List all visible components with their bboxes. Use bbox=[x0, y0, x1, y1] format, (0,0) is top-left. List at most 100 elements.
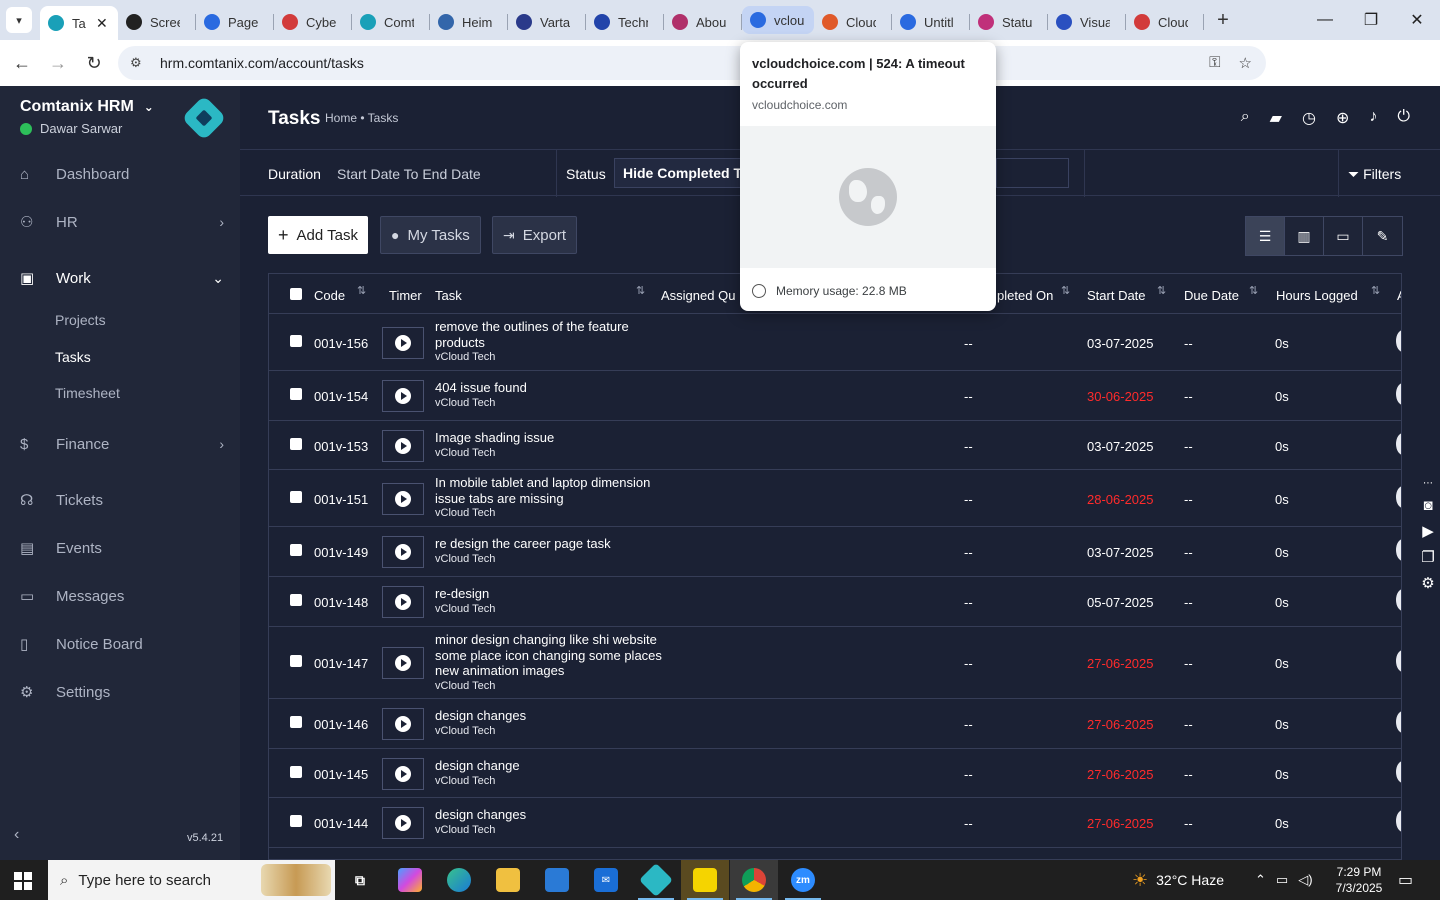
table-row[interactable]: 001v-146 design changes vCloud Tech -- 27-06… bbox=[269, 699, 1401, 749]
task-title[interactable]: re-design vCloud Tech bbox=[435, 586, 665, 617]
row-checkbox[interactable] bbox=[290, 766, 302, 778]
sidebar-item-finance[interactable]: $ Finance › bbox=[0, 424, 240, 464]
task-code[interactable]: 001v-145 bbox=[314, 767, 368, 782]
url-text[interactable]: hrm.comtanix.com/account/tasks bbox=[160, 55, 364, 71]
row-checkbox[interactable] bbox=[290, 544, 302, 556]
task-code[interactable]: 001v-153 bbox=[314, 439, 368, 454]
my-tasks-button[interactable]: ● My Tasks bbox=[380, 216, 481, 254]
col-code[interactable]: Code bbox=[314, 288, 345, 303]
password-key-icon[interactable]: ⚿ bbox=[1209, 54, 1220, 72]
sort-icon[interactable]: ⇅ bbox=[1157, 284, 1166, 297]
browser-tab[interactable]: Techn bbox=[586, 6, 664, 38]
task-code[interactable]: 001v-144 bbox=[314, 816, 368, 831]
task-title[interactable]: minor design changing like shi website s… bbox=[435, 632, 665, 694]
col-completed-on[interactable]: pleted On bbox=[997, 288, 1053, 303]
col-start-date[interactable]: Start Date bbox=[1087, 288, 1146, 303]
task-title[interactable]: remove the outlines of the feature produ… bbox=[435, 319, 665, 366]
browser-tab[interactable]: Ta ✕ bbox=[40, 6, 118, 40]
row-actions-button[interactable] bbox=[1396, 330, 1401, 352]
close-tab-icon[interactable]: ✕ bbox=[96, 15, 108, 32]
plus-circle-icon[interactable]: ⊕ bbox=[1336, 108, 1349, 128]
breadcrumb[interactable]: Home • Tasks bbox=[325, 111, 398, 125]
row-checkbox[interactable] bbox=[290, 815, 302, 827]
link-icon[interactable]: ⋯ bbox=[1423, 478, 1433, 489]
sort-icon[interactable]: ⇅ bbox=[1371, 284, 1380, 297]
browser-tab[interactable]: About bbox=[664, 6, 742, 38]
row-actions-button[interactable] bbox=[1396, 761, 1401, 783]
row-actions-button[interactable] bbox=[1396, 810, 1401, 832]
sticky-notes-app[interactable] bbox=[681, 860, 729, 900]
row-actions-button[interactable] bbox=[1396, 383, 1401, 405]
row-actions-button[interactable] bbox=[1396, 650, 1401, 672]
zoom-app[interactable]: zm bbox=[779, 860, 827, 900]
sidebar-item-notice-board[interactable]: ▯ Notice Board bbox=[0, 624, 240, 664]
task-title[interactable]: design changes vCloud Tech bbox=[435, 807, 665, 838]
task-title[interactable]: re design the career page task vCloud Tec… bbox=[435, 536, 665, 567]
table-row[interactable]: 001v-154 404 issue found vCloud Tech -- 30-0… bbox=[269, 371, 1401, 421]
reload-button[interactable]: ↻ bbox=[76, 53, 112, 74]
sort-icon[interactable]: ⇅ bbox=[636, 284, 645, 297]
bookmark-star-icon[interactable]: ☆ bbox=[1239, 54, 1252, 72]
add-task-button[interactable]: + Add Task bbox=[268, 216, 368, 254]
start-timer-button[interactable] bbox=[382, 380, 424, 412]
row-checkbox[interactable] bbox=[290, 491, 302, 503]
row-actions-button[interactable] bbox=[1396, 433, 1401, 455]
table-row[interactable]: 001v-148 re-design vCloud Tech -- 05-07-2025… bbox=[269, 577, 1401, 627]
select-all-checkbox[interactable] bbox=[290, 288, 302, 300]
task-title[interactable]: design changes vCloud Tech bbox=[435, 708, 665, 739]
file-explorer-app[interactable] bbox=[484, 860, 532, 900]
row-checkbox[interactable] bbox=[290, 716, 302, 728]
row-actions-button[interactable] bbox=[1396, 486, 1401, 508]
taskbar-search[interactable]: ⌕ Type here to search bbox=[48, 860, 335, 900]
task-code[interactable]: 001v-148 bbox=[314, 595, 368, 610]
sidebar-item-events[interactable]: ▤ Events bbox=[0, 528, 240, 568]
browser-tab[interactable]: Comt bbox=[352, 6, 430, 38]
sidebar-subitem-timesheet[interactable]: Timesheet bbox=[55, 385, 120, 401]
task-code[interactable]: 001v-156 bbox=[314, 336, 368, 351]
brand-switcher[interactable]: Comtanix HRM ⌄ bbox=[20, 98, 154, 116]
mail-app[interactable]: ✉ bbox=[582, 860, 630, 900]
row-actions-button[interactable] bbox=[1396, 589, 1401, 611]
video-icon[interactable]: ▶ bbox=[1422, 522, 1434, 540]
site-info-icon[interactable]: ⚙ bbox=[130, 55, 154, 71]
network-icon[interactable]: ▭ bbox=[1276, 872, 1288, 888]
chrome-app[interactable] bbox=[730, 860, 778, 900]
export-button[interactable]: ⇥ Export bbox=[492, 216, 578, 254]
browser-tab[interactable]: Status bbox=[970, 6, 1048, 38]
address-bar[interactable]: ⚙ hrm.comtanix.com/account/tasks ⚿ ☆ bbox=[118, 46, 1266, 80]
back-button[interactable]: ← bbox=[4, 53, 40, 74]
filters-button[interactable]: ⏷ Filters bbox=[1348, 166, 1401, 183]
volume-icon[interactable]: ◁) bbox=[1298, 872, 1312, 888]
search-icon[interactable]: ⌕ bbox=[1241, 108, 1250, 128]
status-select[interactable]: Hide Completed T bbox=[614, 158, 742, 188]
store-app[interactable] bbox=[533, 860, 581, 900]
task-code[interactable]: 001v-146 bbox=[314, 717, 368, 732]
board-view-button[interactable]: ▥ bbox=[1285, 217, 1324, 255]
sidebar-item-hr[interactable]: ⚇ HR › bbox=[0, 202, 240, 242]
sort-icon[interactable]: ⇅ bbox=[1249, 284, 1258, 297]
chevron-up-icon[interactable]: ⌃ bbox=[1255, 872, 1266, 888]
row-checkbox[interactable] bbox=[290, 388, 302, 400]
sidebar-subitem-tasks[interactable]: Tasks bbox=[55, 349, 91, 365]
tab-search-button[interactable]: ▾ bbox=[6, 7, 32, 33]
start-timer-button[interactable] bbox=[382, 327, 424, 359]
close-window-button[interactable]: ✕ bbox=[1394, 0, 1440, 40]
row-checkbox[interactable] bbox=[290, 594, 302, 606]
row-actions-button[interactable] bbox=[1396, 711, 1401, 733]
task-code[interactable]: 001v-151 bbox=[314, 492, 368, 507]
pinned-view-button[interactable]: ✎ bbox=[1363, 217, 1402, 255]
row-actions-button[interactable] bbox=[1396, 539, 1401, 561]
power-icon[interactable]: ⏻ bbox=[1397, 108, 1410, 128]
col-assigned[interactable]: Assigned Qu bbox=[661, 288, 735, 303]
sidebar-item-work[interactable]: ▣ Work ⌄ bbox=[0, 258, 240, 298]
restore-button[interactable]: ❐ bbox=[1348, 0, 1394, 40]
sidebar-subitem-projects[interactable]: Projects bbox=[55, 312, 106, 328]
task-title[interactable]: Image shading issue vCloud Tech bbox=[435, 430, 665, 461]
task-code[interactable]: 001v-147 bbox=[314, 656, 368, 671]
weather-widget[interactable]: ☀ 32°C Haze bbox=[1132, 860, 1224, 900]
start-timer-button[interactable] bbox=[382, 758, 424, 790]
row-checkbox[interactable] bbox=[290, 335, 302, 347]
col-hours-logged[interactable]: Hours Logged bbox=[1276, 288, 1358, 303]
table-row[interactable]: 001v-147 minor design changing like shi w… bbox=[269, 627, 1401, 699]
sort-icon[interactable]: ⇅ bbox=[1061, 284, 1070, 297]
